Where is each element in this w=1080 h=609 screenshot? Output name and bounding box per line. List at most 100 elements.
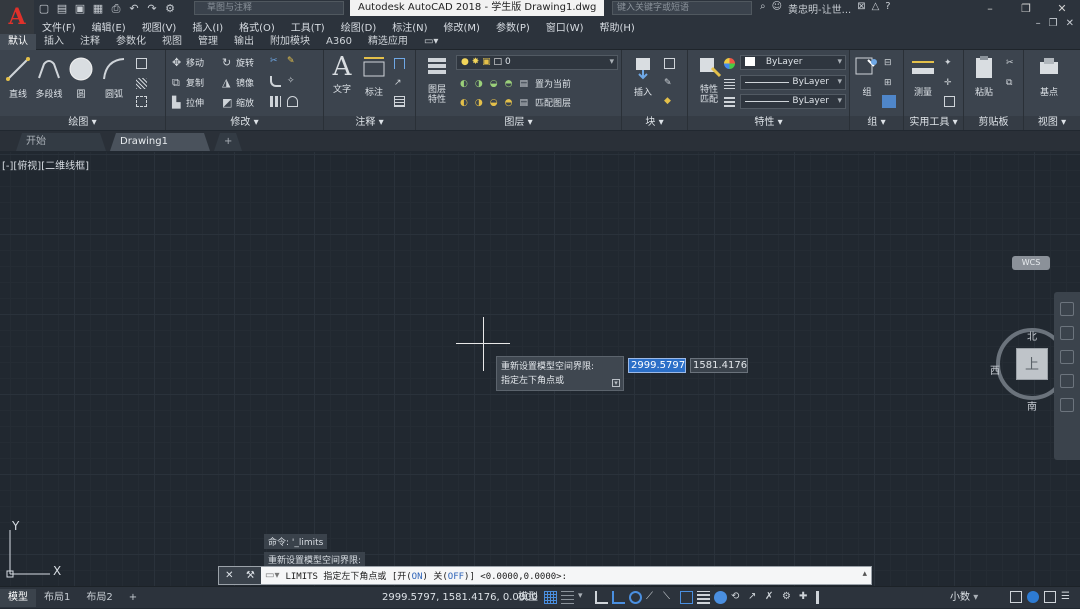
region-tool[interactable]	[136, 96, 147, 107]
rotate-tool[interactable]: ↻ 旋转	[222, 56, 254, 69]
color-select[interactable]: ByLayer	[740, 55, 846, 70]
viewcube-top-face[interactable]: 上	[1016, 348, 1048, 380]
set-current-icon[interactable]: ▤	[519, 79, 528, 89]
attribute-tool[interactable]: ◆	[664, 96, 675, 107]
gear-icon[interactable]: ⚙	[164, 2, 176, 16]
edit-block-tool[interactable]: ✎	[664, 78, 675, 89]
dynamic-input-icon[interactable]	[595, 591, 608, 604]
measure-tool[interactable]: 测量	[908, 54, 938, 98]
lineweight-select[interactable]: ByLayer	[740, 94, 846, 109]
layer-on-icon[interactable]: ◐	[460, 98, 468, 108]
user-name[interactable]: 黄忠明-让世...	[788, 1, 851, 16]
calculator-tool[interactable]	[944, 96, 955, 107]
layer-unisolate-icon[interactable]: ◑	[475, 98, 483, 108]
menu-item-4[interactable]: 格式(O)	[239, 19, 275, 34]
menu-item-11[interactable]: 帮助(H)	[600, 19, 635, 34]
group-edit-tool[interactable]: ⊞	[884, 78, 895, 89]
command-history-toggle[interactable]: ▴	[862, 569, 867, 579]
showmotion-icon[interactable]	[1060, 398, 1074, 412]
offset-icon[interactable]	[287, 96, 298, 107]
copy-clip-tool[interactable]: ⧉	[1006, 78, 1017, 89]
help-icon[interactable]: ?	[885, 1, 890, 16]
compass-south[interactable]: 南	[1027, 398, 1037, 413]
ortho-icon[interactable]	[612, 591, 625, 604]
ribbon-tab-0[interactable]: 默认	[0, 33, 36, 50]
match-layer-button[interactable]: 匹配图层	[535, 96, 571, 109]
isolate-objects-icon[interactable]	[1027, 591, 1039, 603]
close-button[interactable]: ✕	[1044, 0, 1080, 17]
redo-icon[interactable]: ↷	[146, 2, 158, 16]
layers-panel-title[interactable]: 图层 ▾	[416, 116, 621, 130]
ribbon-tab-1[interactable]: 插入	[36, 34, 72, 50]
scale-tool[interactable]: ◩ 缩放	[222, 96, 254, 109]
coord-x-input[interactable]: 2999.5797	[628, 358, 686, 373]
group-select-tool[interactable]	[882, 95, 896, 108]
ungroup-tool[interactable]: ⊟	[884, 58, 895, 69]
match-layer-icon[interactable]: ▤	[519, 98, 528, 108]
groups-panel-title[interactable]: 组 ▾	[850, 116, 903, 130]
menu-item-5[interactable]: 工具(T)	[291, 19, 325, 34]
new-icon[interactable]: ▢	[38, 2, 50, 16]
layer-properties-tool[interactable]: 图层 特性	[422, 54, 452, 105]
stretch-tool[interactable]: ▙ 拉伸	[172, 96, 204, 109]
mirror-tool[interactable]: ◮ 镜像	[222, 76, 254, 89]
model-space-button[interactable]: 模型	[518, 587, 538, 609]
layer-unlock-icon[interactable]: ◓	[505, 98, 513, 108]
snap-icon[interactable]	[561, 591, 574, 604]
arc-tool[interactable]: 圆弧	[100, 56, 128, 100]
open-icon[interactable]: ▤	[56, 2, 68, 16]
erase-icon[interactable]: ✎	[287, 56, 298, 67]
array-icon[interactable]	[270, 96, 281, 107]
new-tab-button[interactable]: +	[214, 133, 242, 151]
clean-screen-icon[interactable]	[1044, 591, 1056, 603]
save-icon[interactable]: ▣	[74, 2, 86, 16]
match-properties-tool[interactable]: 特性 匹配	[692, 54, 726, 105]
view-panel-title[interactable]: 视图 ▾	[1024, 116, 1080, 130]
layer-off-icon[interactable]: ◐	[460, 79, 468, 89]
cut-tool[interactable]: ✂	[1006, 58, 1017, 69]
linetype-select[interactable]: ByLayer	[740, 75, 846, 90]
object-snap-icon[interactable]	[680, 591, 693, 604]
layout-tab-1[interactable]: 布局1	[36, 589, 78, 607]
lineweight-toggle-icon[interactable]	[697, 591, 710, 604]
file-tab-drawing1[interactable]: Drawing1	[110, 133, 210, 151]
line-tool[interactable]: 直线	[4, 56, 32, 100]
layer-lock-icon[interactable]: ◓	[505, 79, 513, 89]
annotation-panel-title[interactable]: 注释 ▾	[324, 116, 415, 130]
units-bar-icon[interactable]	[816, 591, 829, 604]
menu-item-7[interactable]: 标注(N)	[392, 19, 427, 34]
customize-icon[interactable]: ☰	[1061, 591, 1070, 603]
group-tool[interactable]: 组	[854, 54, 880, 98]
search-input[interactable]: 键入关键字或短语	[612, 1, 752, 15]
lineweight-tool[interactable]	[724, 96, 735, 107]
insert-block-tool[interactable]: 插入	[628, 54, 658, 98]
binoculars-icon[interactable]: ⌕	[760, 1, 766, 16]
save-as-icon[interactable]: ▦	[92, 2, 104, 16]
dropdown-icon[interactable]: ▾	[612, 379, 620, 387]
user-icon[interactable]: ☺	[772, 1, 782, 16]
menu-item-1[interactable]: 编辑(E)	[92, 19, 126, 34]
steering-wheel-icon[interactable]	[1060, 302, 1074, 316]
block-panel-title[interactable]: 块 ▾	[622, 116, 687, 130]
quick-properties-icon[interactable]	[1010, 591, 1022, 603]
linetype-tool[interactable]	[724, 78, 735, 89]
units-select[interactable]: 小数 ▾	[950, 590, 1002, 606]
isodraft-icon[interactable]: ⟋	[646, 591, 659, 604]
workspace-icon[interactable]: ⚙	[782, 591, 795, 604]
polar-icon[interactable]	[629, 591, 642, 604]
copy-tool[interactable]: ⧉ 复制	[172, 76, 204, 89]
print-icon[interactable]: ⎙	[110, 2, 122, 16]
menu-item-9[interactable]: 参数(P)	[496, 19, 530, 34]
leader-tool[interactable]: ↗	[394, 78, 405, 89]
option-off[interactable]: OFF	[448, 572, 464, 582]
layer-select[interactable]: ● ✸ ▣ □ 0	[456, 55, 618, 70]
polyline-tool[interactable]: 多段线	[34, 56, 64, 100]
text-tool[interactable]: A 文字	[328, 54, 356, 95]
transparency-icon[interactable]	[714, 591, 727, 604]
3d-osnap-icon[interactable]: ↗	[748, 591, 761, 604]
layout-tab-2[interactable]: 布局2	[78, 589, 120, 607]
ribbon-tab-7[interactable]: 附加模块	[262, 34, 318, 50]
menu-item-8[interactable]: 修改(M)	[444, 19, 480, 34]
grid-icon[interactable]	[544, 591, 557, 604]
layer-thaw-icon[interactable]: ◒	[490, 98, 498, 108]
